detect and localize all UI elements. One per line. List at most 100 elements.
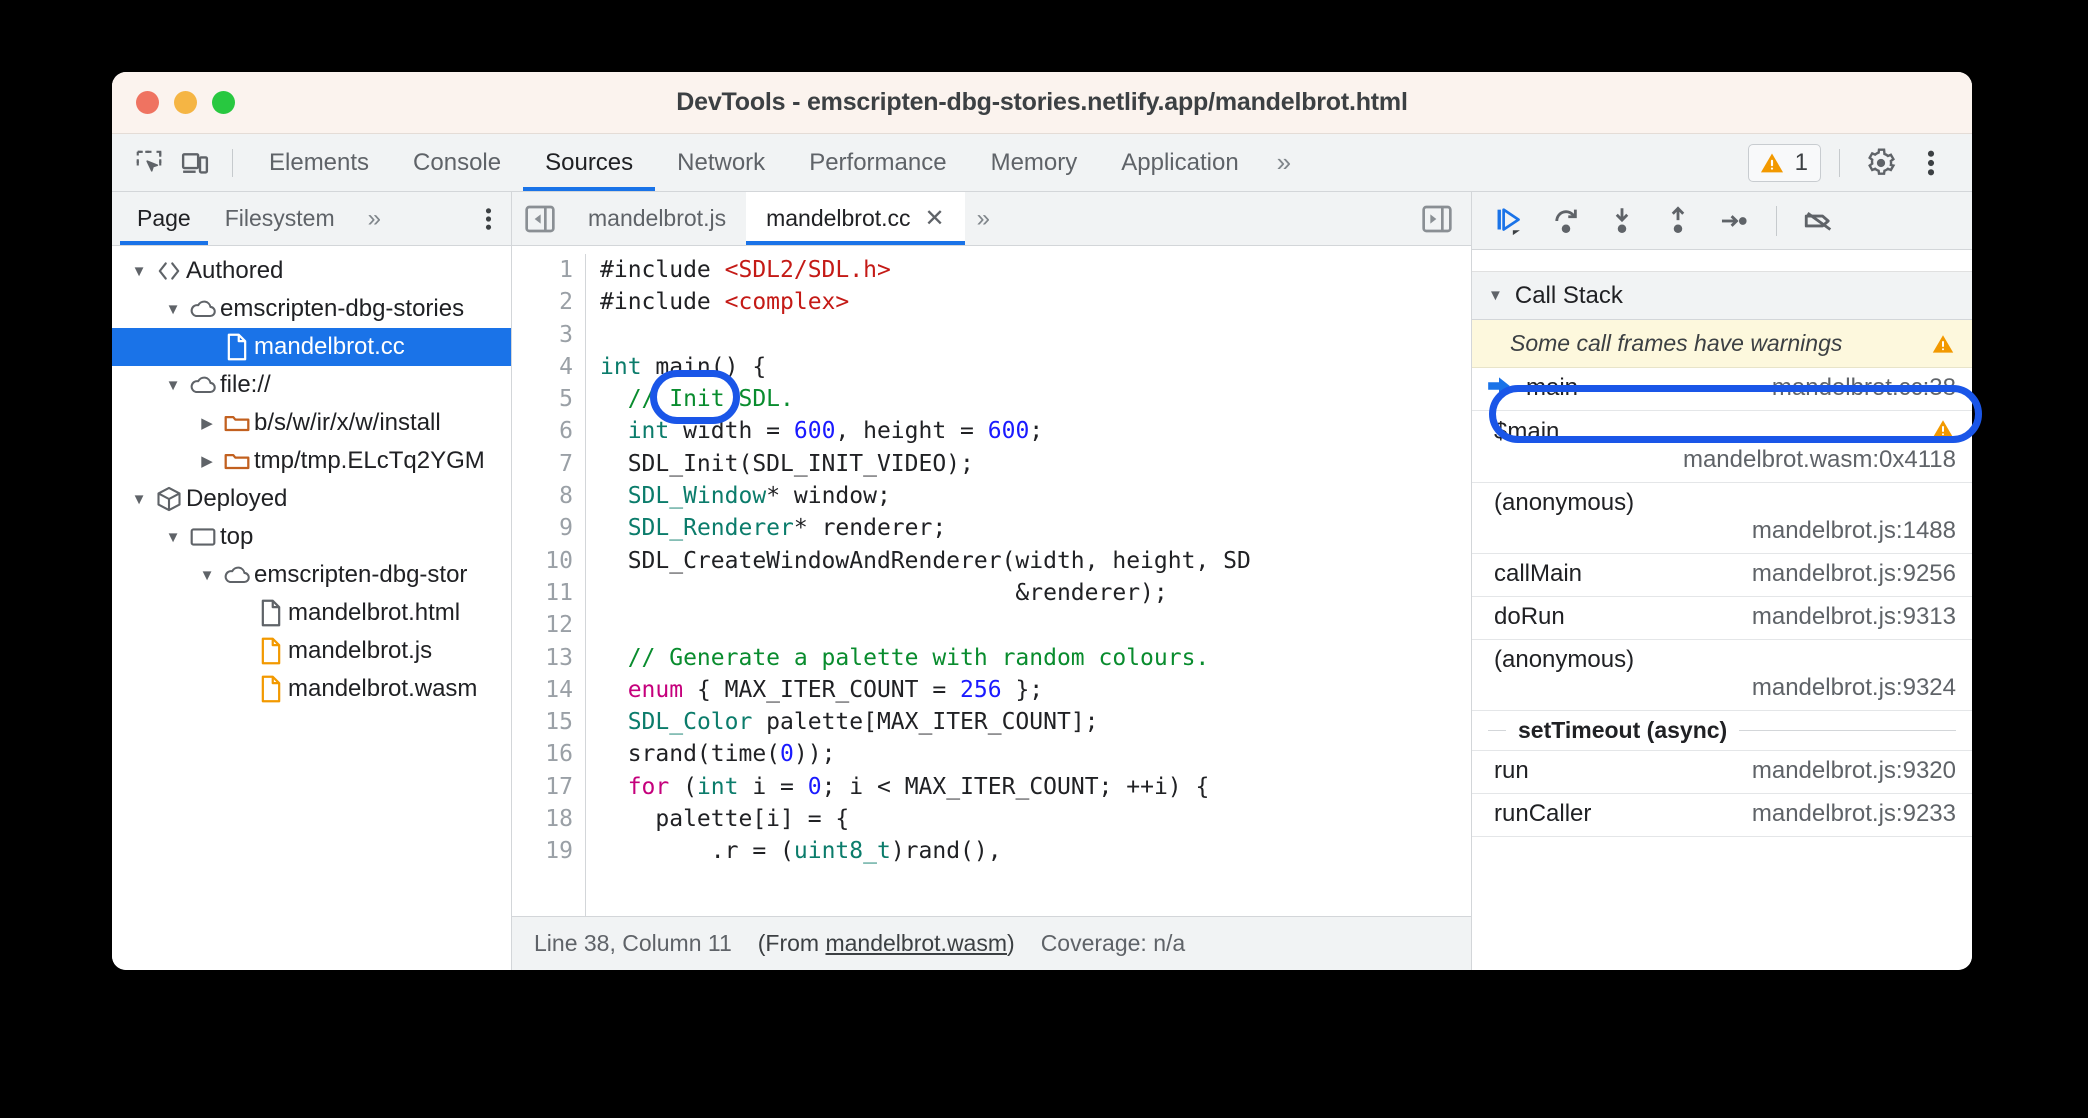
- close-window-button[interactable]: [136, 91, 159, 114]
- chevron-down-icon[interactable]: ▼: [126, 263, 152, 280]
- code-line[interactable]: enum { MAX_ITER_COUNT = 256 };: [600, 674, 1471, 706]
- call-stack-frame[interactable]: main mandelbrot.cc:38: [1472, 368, 1972, 411]
- tree-item-label: mandelbrot.js: [288, 637, 433, 664]
- code-line[interactable]: [600, 319, 1471, 351]
- editor-tab-mandelbrot-js[interactable]: mandelbrot.js: [568, 192, 746, 245]
- frame-location[interactable]: mandelbrot.js:1488: [1494, 517, 1956, 545]
- tree-item-b-s-w-ir-x-w-install[interactable]: ▶ b/s/w/ir/x/w/install: [112, 404, 511, 442]
- code-line[interactable]: #include <SDL2/SDL.h>: [600, 254, 1471, 286]
- tab-memory[interactable]: Memory: [969, 135, 1100, 191]
- tree-item-emscripten-dbg-stories[interactable]: ▼ emscripten-dbg-stories: [112, 290, 511, 328]
- tree-item-mandelbrot-js[interactable]: ▶mandelbrot.js: [112, 632, 511, 670]
- tab-console[interactable]: Console: [391, 135, 523, 191]
- warning-badge[interactable]: 1: [1747, 143, 1821, 182]
- device-toolbar-icon[interactable]: [172, 142, 218, 184]
- tree-item-deployed[interactable]: ▼ Deployed: [112, 480, 511, 518]
- tab-elements[interactable]: Elements: [247, 135, 391, 191]
- code-line[interactable]: SDL_Color palette[MAX_ITER_COUNT];: [600, 706, 1471, 738]
- code-line[interactable]: srand(time(0));: [600, 738, 1471, 770]
- tab-performance[interactable]: Performance: [787, 135, 968, 191]
- call-stack-frame[interactable]: (anonymous) mandelbrot.js:9324: [1472, 640, 1972, 711]
- file-tree[interactable]: ▼Authored▼emscripten-dbg-stories▶mandelb…: [112, 246, 511, 970]
- tree-item-mandelbrot-cc[interactable]: ▶mandelbrot.cc: [112, 328, 511, 366]
- tree-item-top[interactable]: ▼ top: [112, 518, 511, 556]
- call-stack-frame[interactable]: $main mandelbrot.wasm:0x4118: [1472, 411, 1972, 483]
- editor-tab-mandelbrot-cc[interactable]: mandelbrot.cc ✕: [746, 192, 965, 245]
- navigator-more-options-icon[interactable]: [466, 205, 511, 233]
- code-line[interactable]: SDL_Renderer* renderer;: [600, 512, 1471, 544]
- more-tabs-icon[interactable]: »: [1261, 134, 1302, 191]
- inspect-element-icon[interactable]: [126, 142, 172, 184]
- cloud-icon: [220, 563, 254, 587]
- code-line[interactable]: for (int i = 0; i < MAX_ITER_COUNT; ++i)…: [600, 771, 1471, 803]
- source-code[interactable]: #include <SDL2/SDL.h> #include <complex> …: [586, 254, 1471, 916]
- frame-location[interactable]: mandelbrot.js:9320: [1752, 757, 1956, 785]
- chevron-down-icon[interactable]: ▼: [160, 377, 186, 394]
- maximize-window-button[interactable]: [212, 91, 235, 114]
- step-out-icon[interactable]: [1654, 198, 1702, 244]
- gear-icon[interactable]: [1858, 142, 1904, 184]
- resume-script-icon[interactable]: [1486, 198, 1534, 244]
- frame-location[interactable]: mandelbrot.cc:38: [1772, 374, 1956, 402]
- tab-elements-label: Elements: [269, 148, 370, 176]
- more-options-icon[interactable]: [1908, 142, 1954, 184]
- code-line[interactable]: SDL_CreateWindowAndRenderer(width, heigh…: [600, 545, 1471, 577]
- tree-item-authored[interactable]: ▼ Authored: [112, 252, 511, 290]
- code-line[interactable]: .r = (uint8_t)rand(),: [600, 835, 1471, 867]
- tree-item-file[interactable]: ▼ file://: [112, 366, 511, 404]
- expand-sidebar-icon[interactable]: [1403, 204, 1471, 234]
- code-line[interactable]: &renderer);: [600, 577, 1471, 609]
- code-line[interactable]: #include <complex>: [600, 286, 1471, 318]
- minimize-window-button[interactable]: [174, 91, 197, 114]
- source-origin-link[interactable]: mandelbrot.wasm: [825, 930, 1007, 956]
- code-line[interactable]: SDL_Window* window;: [600, 480, 1471, 512]
- chevron-right-icon[interactable]: ▶: [194, 452, 220, 470]
- close-icon[interactable]: ✕: [925, 206, 945, 231]
- code-line[interactable]: [600, 609, 1471, 641]
- step-over-icon[interactable]: [1542, 198, 1590, 244]
- collapse-sidebar-icon[interactable]: [512, 204, 568, 234]
- code-editor[interactable]: 1 2 3 4 5 6 7 8 9 10 11 12 13 14 15 16 17 18 19 #include <…: [512, 246, 1471, 916]
- call-stack-section-header[interactable]: ▼ Call Stack: [1472, 272, 1972, 320]
- code-line[interactable]: // Init SDL.: [600, 383, 1471, 415]
- tree-item-emscripten-dbg-stor[interactable]: ▼ emscripten-dbg-stor: [112, 556, 511, 594]
- code-line[interactable]: SDL_Init(SDL_INIT_VIDEO);: [600, 448, 1471, 480]
- frame-name: runCaller: [1494, 800, 1592, 827]
- chevron-down-icon[interactable]: ▼: [126, 491, 152, 508]
- nav-more-tabs-icon[interactable]: »: [352, 192, 392, 245]
- nav-tab-filesystem[interactable]: Filesystem: [208, 193, 352, 245]
- call-stack-list[interactable]: main mandelbrot.cc:38 $main mandelbrot.wasm…: [1472, 368, 1972, 970]
- code-line[interactable]: // Generate a palette with random colour…: [600, 642, 1471, 674]
- step-into-icon[interactable]: [1598, 198, 1646, 244]
- editor-more-tabs-icon[interactable]: »: [965, 192, 997, 245]
- tree-item-mandelbrot-html[interactable]: ▶mandelbrot.html: [112, 594, 511, 632]
- tree-item-label: mandelbrot.wasm: [288, 675, 478, 702]
- tab-network[interactable]: Network: [655, 135, 787, 191]
- frame-location[interactable]: mandelbrot.js:9313: [1752, 603, 1956, 631]
- chevron-down-icon[interactable]: ▼: [160, 301, 186, 318]
- frame-location[interactable]: mandelbrot.js:9324: [1494, 674, 1956, 702]
- call-stack-frame[interactable]: doRun mandelbrot.js:9313: [1472, 597, 1972, 640]
- chevron-down-icon[interactable]: ▼: [194, 567, 220, 584]
- code-line[interactable]: int width = 600, height = 600;: [600, 415, 1471, 447]
- step-icon[interactable]: [1710, 198, 1758, 244]
- call-stack-frame[interactable]: runCaller mandelbrot.js:9233: [1472, 794, 1972, 837]
- tab-application[interactable]: Application: [1099, 135, 1260, 191]
- tree-item-tmp-tmp-elctq2ygm[interactable]: ▶ tmp/tmp.ELcTq2YGM: [112, 442, 511, 480]
- call-stack-frame[interactable]: (anonymous) mandelbrot.js:1488: [1472, 483, 1972, 554]
- deactivate-breakpoints-icon[interactable]: [1795, 198, 1843, 244]
- tree-item-mandelbrot-wasm[interactable]: ▶mandelbrot.wasm: [112, 670, 511, 708]
- call-stack-frame[interactable]: run mandelbrot.js:9320: [1472, 751, 1972, 794]
- code-line[interactable]: palette[i] = {: [600, 803, 1471, 835]
- warning-count: 1: [1794, 148, 1808, 176]
- frame-location[interactable]: mandelbrot.js:9233: [1752, 800, 1956, 828]
- tab-sources[interactable]: Sources: [523, 135, 656, 191]
- chevron-down-icon: ▼: [1488, 287, 1503, 304]
- code-line[interactable]: int main() {: [600, 351, 1471, 383]
- nav-tab-page[interactable]: Page: [120, 193, 208, 245]
- frame-location[interactable]: mandelbrot.js:9256: [1752, 560, 1956, 588]
- call-stack-frame[interactable]: callMain mandelbrot.js:9256: [1472, 554, 1972, 597]
- chevron-down-icon[interactable]: ▼: [160, 529, 186, 546]
- chevron-right-icon[interactable]: ▶: [194, 414, 220, 432]
- frame-location[interactable]: mandelbrot.wasm:0x4118: [1494, 446, 1956, 474]
